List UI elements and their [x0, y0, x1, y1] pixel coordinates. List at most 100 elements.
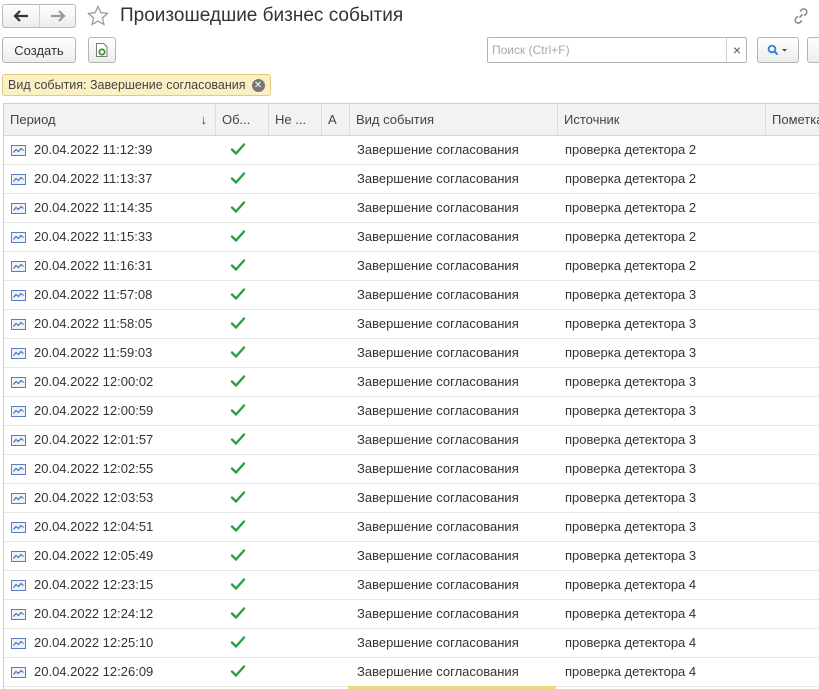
table-row[interactable]: 20.04.2022 12:24:12 Завершение согласован… [4, 600, 819, 629]
command-bar: Создать × [0, 37, 819, 65]
cell-period: 20.04.2022 12:25:10 [34, 635, 154, 650]
cell-source: проверка детектора 2 [565, 229, 697, 244]
table-row[interactable]: 20.04.2022 12:04:51 Завершение согласован… [4, 513, 819, 542]
column-not-processed[interactable]: Не ... [269, 104, 322, 135]
cell-period: 20.04.2022 12:01:57 [34, 432, 154, 447]
forward-button[interactable] [39, 5, 75, 27]
back-button[interactable] [3, 5, 39, 27]
check-icon [230, 462, 246, 474]
add-document-icon [96, 43, 108, 57]
column-processed[interactable]: Об... [216, 104, 269, 135]
more-button[interactable] [807, 37, 819, 63]
table-row[interactable]: 20.04.2022 12:01:57 Завершение согласован… [4, 426, 819, 455]
link-icon[interactable] [791, 6, 811, 26]
cell-period: 20.04.2022 11:13:37 [34, 171, 153, 186]
cell-event-type: Завершение согласования [357, 548, 519, 563]
cell-event-type: Завершение согласования [357, 635, 519, 650]
check-icon [230, 288, 246, 300]
cell-period: 20.04.2022 11:14:35 [34, 200, 153, 215]
close-icon[interactable]: ✕ [251, 79, 265, 92]
cell-period: 20.04.2022 12:00:02 [34, 374, 154, 389]
table-row[interactable]: 20.04.2022 12:23:15 Завершение согласован… [4, 571, 819, 600]
column-mark[interactable]: Пометка [766, 104, 819, 135]
cell-event-type: Завершение согласования [357, 577, 519, 592]
cell-period: 20.04.2022 12:00:59 [34, 403, 154, 418]
record-icon [11, 261, 26, 272]
cell-source: проверка детектора 3 [565, 403, 697, 418]
arrow-left-icon [13, 10, 28, 22]
record-icon [11, 667, 26, 678]
record-icon [11, 638, 26, 649]
search-icon [767, 44, 787, 56]
cell-event-type: Завершение согласования [357, 200, 519, 215]
record-icon [11, 406, 26, 417]
record-icon [11, 493, 26, 504]
table-row[interactable]: 20.04.2022 11:13:37 Завершение согласован… [4, 165, 819, 194]
table-row[interactable]: 20.04.2022 12:00:59 Завершение согласован… [4, 397, 819, 426]
cell-source: проверка детектора 4 [565, 606, 697, 621]
search-button[interactable] [757, 37, 799, 63]
star-icon[interactable] [86, 4, 110, 28]
cell-event-type: Завершение согласования [357, 374, 519, 389]
record-icon [11, 377, 26, 388]
cell-period: 20.04.2022 12:23:15 [34, 577, 154, 592]
column-period[interactable]: Период ↓ [4, 104, 216, 135]
cell-period: 20.04.2022 12:26:09 [34, 664, 154, 679]
record-icon [11, 290, 26, 301]
record-icon [11, 145, 26, 156]
check-icon [230, 259, 246, 271]
table-row[interactable]: 20.04.2022 12:00:02 Завершение согласован… [4, 368, 819, 397]
table-row[interactable]: 20.04.2022 11:58:05 Завершение согласован… [4, 310, 819, 339]
events-table: Период ↓ Об... Не ... А Вид события Исто… [3, 103, 819, 689]
cell-source: проверка детектора 3 [565, 316, 697, 331]
record-icon [11, 174, 26, 185]
table-row[interactable]: 20.04.2022 11:12:39 Завершение согласован… [4, 136, 819, 165]
record-icon [11, 464, 26, 475]
table-header: Период ↓ Об... Не ... А Вид события Исто… [4, 104, 819, 136]
cell-source: проверка детектора 3 [565, 432, 697, 447]
check-icon [230, 433, 246, 445]
cell-event-type: Завершение согласования [357, 229, 519, 244]
cell-source: проверка детектора 3 [565, 461, 697, 476]
check-icon [230, 607, 246, 619]
table-row[interactable]: 20.04.2022 11:16:31 Завершение согласован… [4, 252, 819, 281]
check-icon [230, 230, 246, 242]
column-source[interactable]: Источник [558, 104, 766, 135]
table-row[interactable]: 20.04.2022 12:25:10 Завершение согласован… [4, 629, 819, 658]
table-row[interactable]: 20.04.2022 11:59:03 Завершение согласован… [4, 339, 819, 368]
table-row[interactable]: 20.04.2022 12:26:09 Завершение согласован… [4, 658, 819, 687]
record-icon [11, 522, 26, 533]
table-body: 20.04.2022 11:12:39 Завершение согласован… [4, 136, 819, 687]
cell-source: проверка детектора 4 [565, 635, 697, 650]
column-a[interactable]: А [322, 104, 350, 135]
cell-event-type: Завершение согласования [357, 403, 519, 418]
column-event-type[interactable]: Вид события [350, 104, 558, 135]
check-icon [230, 404, 246, 416]
cell-event-type: Завершение согласования [357, 664, 519, 679]
table-row[interactable]: 20.04.2022 12:02:55 Завершение согласован… [4, 455, 819, 484]
cell-period: 20.04.2022 12:24:12 [34, 606, 154, 621]
column-period-label: Период [10, 112, 56, 127]
search-clear-button[interactable]: × [726, 38, 747, 62]
filter-chip-label: Вид события: Завершение согласования [8, 78, 246, 92]
add-button[interactable] [88, 37, 116, 63]
table-row[interactable]: 20.04.2022 11:57:08 Завершение согласован… [4, 281, 819, 310]
cell-source: проверка детектора 3 [565, 374, 697, 389]
check-icon [230, 201, 246, 213]
check-icon [230, 346, 246, 358]
table-row[interactable]: 20.04.2022 11:15:33 Завершение согласован… [4, 223, 819, 252]
table-row[interactable]: 20.04.2022 12:05:49 Завершение согласован… [4, 542, 819, 571]
record-icon [11, 203, 26, 214]
check-icon [230, 578, 246, 590]
search-input[interactable] [488, 38, 726, 62]
cell-source: проверка детектора 2 [565, 200, 697, 215]
cell-period: 20.04.2022 11:12:39 [34, 142, 153, 157]
cell-event-type: Завершение согласования [357, 345, 519, 360]
cell-period: 20.04.2022 12:04:51 [34, 519, 154, 534]
table-row[interactable]: 20.04.2022 11:14:35 Завершение согласован… [4, 194, 819, 223]
cell-source: проверка детектора 2 [565, 142, 697, 157]
table-row[interactable]: 20.04.2022 12:03:53 Завершение согласован… [4, 484, 819, 513]
create-button[interactable]: Создать [2, 37, 76, 63]
filter-chip[interactable]: Вид события: Завершение согласования ✕ [2, 74, 271, 96]
cell-source: проверка детектора 3 [565, 490, 697, 505]
